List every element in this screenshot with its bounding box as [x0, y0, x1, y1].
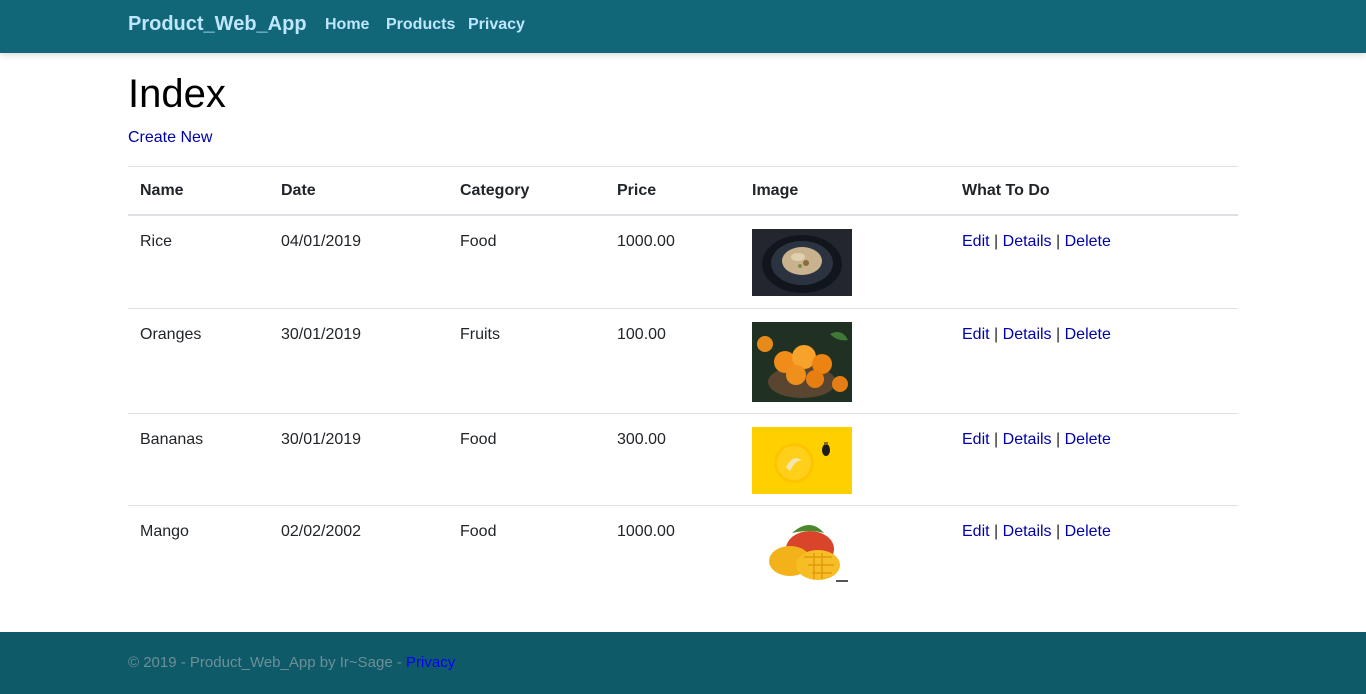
product-image-rice	[752, 229, 852, 296]
edit-link[interactable]: Edit	[962, 523, 990, 540]
nav-products-link[interactable]: Products	[386, 16, 455, 34]
nav-privacy-link[interactable]: Privacy	[468, 16, 525, 34]
cell-category: Food	[460, 431, 497, 448]
header-image: Image	[752, 182, 799, 199]
action-separator: |	[1056, 326, 1061, 343]
details-link[interactable]: Details	[1003, 233, 1052, 250]
header-category: Category	[460, 182, 530, 199]
header-date: Date	[281, 182, 316, 199]
footer-privacy-link[interactable]: Privacy	[406, 654, 455, 671]
delete-link[interactable]: Delete	[1065, 233, 1111, 250]
brand-link[interactable]: Product_Web_App	[128, 13, 307, 36]
nav-home-link[interactable]: Home	[325, 16, 369, 34]
page-footer: © 2019 - Product_Web_App by Ir~Sage - Pr…	[0, 632, 1366, 694]
cell-name: Rice	[140, 233, 173, 250]
table-row: Bananas 30/01/2019 Food 300.00 Edit | De…	[128, 414, 1238, 506]
top-navbar: Product_Web_App Home Products Privacy	[0, 0, 1366, 53]
table-row: Mango 02/02/2002 Food 1000.00 Edit | Det…	[128, 506, 1238, 598]
footer-text-block: © 2019 - Product_Web_App by Ir~Sage - Pr…	[128, 654, 455, 671]
action-separator: |	[994, 326, 999, 343]
action-separator: |	[994, 523, 999, 540]
page-title: Index	[128, 72, 226, 116]
table-header-row: Name Date Category Price Image What To D…	[128, 166, 1238, 216]
cell-category: Food	[460, 233, 497, 250]
row-actions: Edit | Details | Delete	[962, 233, 1111, 251]
details-link[interactable]: Details	[1003, 523, 1052, 540]
edit-link[interactable]: Edit	[962, 326, 990, 343]
cell-date: 30/01/2019	[281, 326, 362, 343]
cell-name: Oranges	[140, 326, 202, 343]
action-separator: |	[1056, 431, 1061, 448]
row-actions: Edit | Details | Delete	[962, 523, 1111, 541]
cell-date: 04/01/2019	[281, 233, 362, 250]
details-link[interactable]: Details	[1003, 326, 1052, 343]
cell-price: 300.00	[617, 431, 666, 448]
create-new-link[interactable]: Create New	[128, 129, 212, 147]
cell-name: Mango	[140, 523, 189, 540]
edit-link[interactable]: Edit	[962, 233, 990, 250]
cell-name: Bananas	[140, 431, 204, 448]
delete-link[interactable]: Delete	[1065, 326, 1111, 343]
cell-category: Food	[460, 523, 497, 540]
delete-link[interactable]: Delete	[1065, 523, 1111, 540]
product-image-mango	[752, 519, 852, 586]
cell-price: 1000.00	[617, 523, 675, 540]
table-row: Oranges 30/01/2019 Fruits 100.00 Edit | …	[128, 309, 1238, 414]
action-separator: |	[1056, 233, 1061, 250]
table-row: Rice 04/01/2019 Food 1000.00 Edit | Deta…	[128, 216, 1238, 309]
action-separator: |	[994, 233, 999, 250]
cell-date: 02/02/2002	[281, 523, 362, 540]
header-name: Name	[140, 182, 184, 199]
cell-price: 1000.00	[617, 233, 675, 250]
footer-copyright: © 2019 - Product_Web_App by Ir~Sage -	[128, 654, 407, 671]
details-link[interactable]: Details	[1003, 431, 1052, 448]
action-separator: |	[994, 431, 999, 448]
product-image-oranges	[752, 322, 852, 402]
cell-price: 100.00	[617, 326, 666, 343]
row-actions: Edit | Details | Delete	[962, 431, 1111, 449]
header-price: Price	[617, 182, 657, 199]
delete-link[interactable]: Delete	[1065, 431, 1111, 448]
cell-category: Fruits	[460, 326, 500, 343]
row-actions: Edit | Details | Delete	[962, 326, 1111, 344]
header-actions: What To Do	[962, 182, 1050, 199]
edit-link[interactable]: Edit	[962, 431, 990, 448]
cell-date: 30/01/2019	[281, 431, 362, 448]
product-image-bananas	[752, 427, 852, 494]
action-separator: |	[1056, 523, 1061, 540]
